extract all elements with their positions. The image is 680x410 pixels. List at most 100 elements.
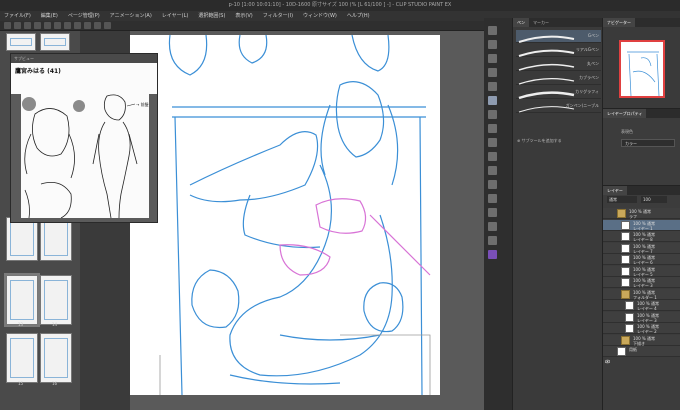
redo-icon[interactable] bbox=[44, 22, 51, 29]
layer-label: 100 % 通常 レイヤー 6 bbox=[633, 255, 655, 265]
brush-item[interactable]: リアルGペン bbox=[516, 44, 601, 57]
blend-icon[interactable] bbox=[488, 166, 497, 175]
page-thumbnail[interactable] bbox=[40, 217, 72, 261]
menu-filter[interactable]: フィルター(I) bbox=[263, 11, 293, 21]
main-color-swatch[interactable] bbox=[488, 250, 497, 259]
new-icon[interactable] bbox=[4, 22, 11, 29]
eyedropper-icon[interactable] bbox=[488, 82, 497, 91]
visibility-eye-icon[interactable] bbox=[604, 257, 611, 272]
page-thumbnail-selected[interactable] bbox=[4, 273, 40, 327]
brush-item[interactable]: カリグラフィ bbox=[516, 86, 601, 100]
frame-icon[interactable] bbox=[488, 222, 497, 231]
visibility-eye-icon[interactable] bbox=[604, 303, 611, 318]
visibility-eye-icon[interactable] bbox=[604, 234, 611, 249]
tab-layer-property[interactable]: レイヤープロパティ bbox=[603, 109, 647, 118]
layer-row[interactable]: 100 % 通常 レイヤー 5 bbox=[603, 265, 680, 283]
drawing-canvas[interactable] bbox=[130, 35, 440, 395]
clear-icon[interactable] bbox=[54, 22, 61, 29]
layer-folder-row[interactable]: 100 % 通常 ラフ bbox=[603, 208, 680, 226]
menu-file[interactable]: ファイル(F) bbox=[4, 11, 31, 21]
visibility-eye-icon[interactable] bbox=[604, 315, 611, 329]
layer-row[interactable]: 100 % 通常 レイヤー 8 bbox=[603, 231, 680, 249]
reference-annotation: → 前髪 bbox=[136, 101, 149, 107]
page-thumbnail[interactable] bbox=[40, 33, 70, 51]
menu-layer[interactable]: レイヤー(L) bbox=[162, 11, 189, 21]
save-icon[interactable] bbox=[24, 22, 31, 29]
layer-row[interactable]: 100 % 通常 レイヤー 1 bbox=[603, 219, 680, 237]
move-icon[interactable] bbox=[488, 40, 497, 49]
menu-page[interactable]: ページ管理(P) bbox=[68, 11, 100, 21]
gradient-icon[interactable] bbox=[488, 194, 497, 203]
brush-item[interactable]: ガンペン(ニーブル bbox=[516, 100, 601, 113]
brush-icon[interactable] bbox=[488, 124, 497, 133]
blend-mode-select[interactable]: 通常 bbox=[607, 196, 637, 203]
fill-icon[interactable] bbox=[488, 180, 497, 189]
menu-edit[interactable]: 編集(E) bbox=[41, 11, 58, 21]
pen-icon[interactable] bbox=[488, 96, 497, 105]
add-subtool-button[interactable]: ⊕ サブツールを追加する bbox=[517, 138, 562, 144]
visibility-eye-icon[interactable] bbox=[604, 246, 611, 260]
opacity-field[interactable]: 100 bbox=[641, 196, 667, 203]
tab-pen[interactable]: ペン bbox=[513, 18, 529, 27]
page-thumbnail[interactable] bbox=[6, 333, 38, 383]
transform-icon[interactable] bbox=[64, 22, 71, 29]
visibility-eye-icon[interactable] bbox=[604, 223, 611, 237]
tool-palette bbox=[484, 18, 512, 410]
tab-layer[interactable]: レイヤー bbox=[603, 186, 627, 195]
lasso-icon[interactable] bbox=[488, 68, 497, 77]
visibility-eye-icon[interactable] bbox=[604, 292, 611, 306]
brush-item[interactable]: 丸ペン bbox=[516, 58, 601, 71]
layer-folder-row[interactable]: 100 % 通常 フォルダー 1 bbox=[603, 288, 680, 306]
visibility-eye-icon[interactable] bbox=[604, 326, 611, 341]
visibility-eye-icon[interactable] bbox=[604, 211, 611, 226]
layer-row[interactable]: 100 % 通常 レイヤー 6 bbox=[603, 254, 680, 272]
menu-help[interactable]: ヘルプ(H) bbox=[347, 11, 370, 21]
visibility-eye-icon[interactable] bbox=[604, 338, 611, 352]
layer-label: 100 % 通常 レイヤー 3 bbox=[637, 313, 659, 323]
layer-row[interactable]: 100 % 通常 レイヤー 7 bbox=[603, 242, 680, 260]
airbrush-icon[interactable] bbox=[488, 138, 497, 147]
undo-icon[interactable] bbox=[34, 22, 41, 29]
subview-window[interactable]: サブビュー 鷹宮みはる (41) → 前髪 bbox=[10, 53, 158, 223]
text-icon[interactable] bbox=[488, 236, 497, 245]
visibility-eye-icon[interactable] bbox=[604, 280, 611, 295]
menu-view[interactable]: 表示(V) bbox=[235, 11, 252, 21]
navigator-preview[interactable] bbox=[619, 40, 665, 98]
zoom-icon[interactable] bbox=[488, 26, 497, 35]
layer-name: レイヤー 3 bbox=[637, 317, 657, 323]
select-icon[interactable] bbox=[488, 54, 497, 63]
menu-animation[interactable]: アニメーション(A) bbox=[110, 11, 152, 21]
page-thumbnail[interactable] bbox=[6, 33, 36, 51]
layer-thumbnail bbox=[621, 243, 630, 253]
invert-icon[interactable] bbox=[84, 22, 91, 29]
figure-icon[interactable] bbox=[488, 208, 497, 217]
snap-grid-icon[interactable] bbox=[104, 22, 111, 29]
brush-item[interactable]: カブラペン bbox=[516, 72, 601, 85]
menu-window[interactable]: ウィンドウ(W) bbox=[303, 11, 337, 21]
open-icon[interactable] bbox=[14, 22, 21, 29]
visibility-eye-icon[interactable] bbox=[604, 349, 611, 364]
brush-item[interactable]: Gペン bbox=[516, 30, 601, 43]
layer-row[interactable]: 用紙 bbox=[603, 346, 680, 364]
page-thumbnail[interactable] bbox=[40, 333, 72, 383]
pencil-icon[interactable] bbox=[488, 110, 497, 119]
expression-color-select[interactable]: カラー bbox=[621, 139, 675, 147]
layer-row[interactable]: 100 % 通常 レイヤー 3 bbox=[603, 277, 680, 295]
eraser-icon[interactable] bbox=[488, 152, 497, 161]
layer-label: 100 % 通常 レイヤー 1 bbox=[633, 221, 655, 231]
layer-label: 100 % 通常 レイヤー 3 bbox=[633, 278, 655, 288]
menu-selection[interactable]: 選択範囲(S) bbox=[198, 11, 225, 21]
tab-marker[interactable]: マーカー bbox=[529, 18, 553, 27]
visibility-eye-icon[interactable] bbox=[604, 269, 611, 283]
layer-name: レイヤー 1 bbox=[633, 225, 653, 231]
snap-ruler-icon[interactable] bbox=[94, 22, 101, 29]
layer-row[interactable]: 100 % 通常 レイヤー 4 bbox=[603, 300, 680, 318]
layer-folder-row[interactable]: 100 % 通常 下描き bbox=[603, 334, 680, 352]
page-thumbnail[interactable] bbox=[40, 275, 72, 325]
layer-row[interactable]: 100 % 通常 レイヤー 3 bbox=[603, 311, 680, 329]
layer-label: 100 % 通常 下描き bbox=[633, 336, 655, 346]
tab-navigator[interactable]: ナビゲーター bbox=[603, 18, 635, 27]
layer-row[interactable]: 100 % 通常 レイヤー 2 bbox=[603, 323, 680, 341]
page-thumbnail[interactable] bbox=[6, 217, 38, 261]
deselect-icon[interactable] bbox=[74, 22, 81, 29]
